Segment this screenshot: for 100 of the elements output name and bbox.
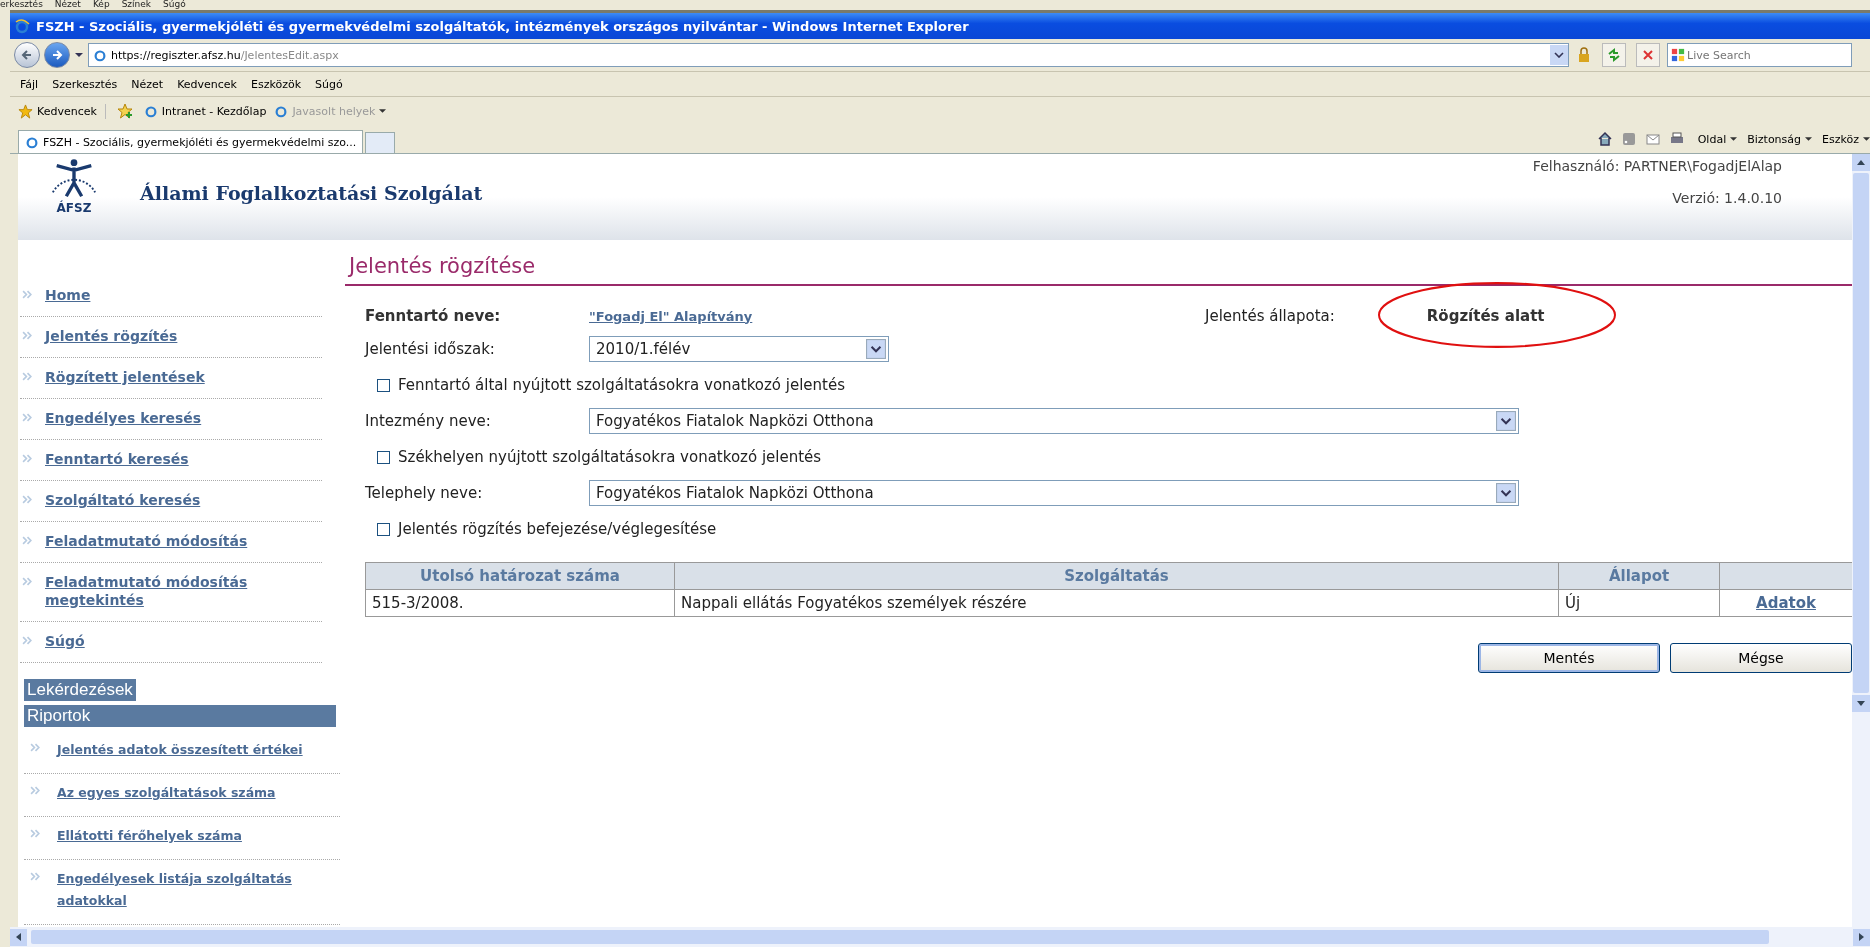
report-link[interactable]: Jelentés adatok összesített értékei	[57, 739, 303, 761]
status-label: Jelentés állapota:	[1205, 307, 1335, 325]
scroll-down-icon[interactable]	[1857, 701, 1865, 706]
select-field[interactable]: Fogyatékos Fiatalok Napközi Otthona	[589, 480, 1519, 506]
forward-button[interactable]	[44, 42, 70, 68]
browser-tab[interactable]: FSZH - Szociális, gyermekjóléti és gyermekvédelmi szo...	[18, 130, 364, 153]
chevron-icon	[22, 454, 33, 463]
report-link[interactable]: Engedélyesek listája szolgáltatás adatokkal	[57, 868, 340, 912]
chevron-icon	[30, 829, 41, 838]
select-field[interactable]: 2010/1.félév	[589, 336, 889, 362]
menu-item[interactable]: Súgó	[163, 0, 186, 10]
caret-icon	[1863, 136, 1870, 142]
forward-arrow-icon	[51, 49, 63, 61]
menu-item[interactable]: Nézet	[131, 77, 164, 91]
menu-item[interactable]: Színek	[121, 0, 151, 10]
command-menu[interactable]: Oldal	[1697, 132, 1738, 146]
menu-item[interactable]: Kép	[92, 0, 110, 10]
table-cell: Új	[1558, 589, 1720, 617]
user-label: Felhasználó: PARTNER\FogadjElAlap	[1532, 158, 1782, 174]
field-label: Intezmény neve:	[365, 412, 492, 430]
refresh-icon[interactable]	[1602, 43, 1626, 67]
command-menu[interactable]: Biztonság	[1747, 132, 1813, 146]
form-button[interactable]: Mentés	[1478, 643, 1660, 673]
favorite-link[interactable]: Intranet - Kezdőlap	[143, 104, 267, 118]
star-icon	[18, 103, 33, 119]
caret-icon[interactable]	[74, 52, 84, 58]
horizontal-scrollbar[interactable]	[10, 927, 1870, 947]
checkbox[interactable]	[377, 522, 390, 536]
caret-icon	[379, 108, 387, 114]
report-link[interactable]: Ellátotti férőhelyek száma	[57, 825, 242, 847]
report-link[interactable]: Az egyes szolgáltatások száma	[57, 782, 276, 804]
chevron-icon	[22, 577, 33, 586]
chevron-icon	[22, 636, 33, 645]
menu-item[interactable]: Eszközök	[251, 77, 302, 91]
form-button[interactable]: Mégse	[1670, 643, 1852, 673]
page-title: Jelentés rögzítése	[345, 240, 1852, 286]
chevron-icon	[22, 331, 33, 340]
back-button[interactable]	[14, 42, 40, 68]
checkbox-label: Jelentés rögzítés befejezése/véglegesítése	[398, 520, 717, 538]
url-path: /JelentesEdit.aspx	[240, 48, 339, 62]
checkbox-label: Fenntartó által nyújtott szolgáltatásokra vonatkozó jelentés	[398, 376, 845, 394]
page-icon	[25, 135, 39, 149]
stop-icon[interactable]	[1636, 43, 1660, 67]
search-field[interactable]: Live Search	[1667, 43, 1852, 67]
url-text: https://regiszter.afsz.hu	[111, 48, 241, 62]
checkbox[interactable]	[377, 450, 390, 464]
maintainer-link[interactable]: "Fogadj El" Alapítvány	[589, 308, 1205, 324]
window-title: FSZH - Szociális, gyermekjóléti és gyermekvédelmi szolgáltatók, intézmények országos nyilvántar - Windows Internet Explorer	[36, 18, 969, 34]
chevron-icon	[22, 372, 33, 381]
column-header: Szolgáltatás	[674, 562, 1559, 590]
scroll-right-icon[interactable]	[1859, 933, 1864, 941]
menu-item[interactable]: Nézet	[54, 0, 81, 10]
menu-item[interactable]: Szerkesztés	[52, 77, 118, 91]
checkbox[interactable]	[377, 378, 390, 392]
sidebar-link[interactable]: Jelentés rögzítés	[45, 327, 178, 345]
sidebar-link[interactable]: Home	[45, 286, 91, 304]
sidebar-link[interactable]: Engedélyes keresés	[45, 409, 202, 427]
chevron-icon	[22, 413, 33, 422]
version-label: Verzió: 1.4.0.10	[1672, 190, 1782, 206]
select-field[interactable]: Fogyatékos Fiatalok Napközi Otthona	[589, 408, 1519, 434]
table-cell: 515-3/2008.	[365, 589, 675, 617]
section-header: Lekérdezések	[24, 679, 136, 701]
command-menu[interactable]: Eszköz	[1822, 132, 1870, 146]
sidebar-link[interactable]: Rögzített jelentések	[45, 368, 205, 386]
chevron-icon	[22, 536, 33, 545]
vertical-scrollbar[interactable]	[1852, 154, 1870, 927]
favorites-button[interactable]: Kedvencek	[18, 103, 106, 119]
dropdown-button[interactable]	[1550, 45, 1568, 65]
logo-text: ÁFSZ	[56, 202, 92, 214]
scroll-left-icon[interactable]	[16, 933, 21, 941]
field-label: Jelentési időszak:	[365, 340, 496, 358]
column-header: Állapot	[1558, 562, 1720, 590]
caret-icon	[1730, 136, 1738, 142]
menu-item[interactable]: Kedvencek	[177, 77, 237, 91]
page-icon	[143, 104, 158, 118]
menu-item[interactable]: Fájl	[20, 77, 39, 91]
browser-icon	[14, 18, 30, 34]
page-icon	[274, 104, 289, 118]
sidebar-link[interactable]: Fenntartó keresés	[45, 450, 189, 468]
home-icon[interactable]	[1596, 131, 1613, 147]
checkbox-label: Székhelyen nyújtott szolgáltatásokra vonatkozó jelentés	[398, 448, 822, 466]
address-field[interactable]: https://regiszter.afsz.hu/JelentesEdit.aspx	[88, 43, 1569, 67]
sidebar-link[interactable]: Feladatmutató módosítás megtekintés	[45, 573, 322, 609]
column-header: Utolsó határozat száma	[365, 562, 675, 590]
windows-logo-icon	[1671, 48, 1685, 62]
menu-item[interactable]: erkesztés	[0, 0, 43, 10]
organization-name: Állami Foglalkoztatási Szolgálat	[140, 182, 483, 204]
chevron-icon	[22, 495, 33, 504]
lock-icon[interactable]	[1576, 47, 1592, 63]
sidebar-link[interactable]: Feladatmutató módosítás	[45, 532, 248, 550]
chevron-icon	[30, 786, 41, 795]
menu-item[interactable]: Súgó	[315, 77, 343, 91]
scroll-up-icon[interactable]	[1857, 160, 1865, 165]
sidebar-link[interactable]: Szolgáltató keresés	[45, 491, 201, 509]
caret-icon	[1805, 136, 1813, 142]
chevron-icon	[30, 872, 41, 881]
sidebar-link[interactable]: Súgó	[45, 632, 85, 650]
chevron-icon	[30, 743, 41, 752]
chevron-icon	[22, 290, 33, 299]
add-favorite-icon[interactable]	[116, 103, 133, 119]
